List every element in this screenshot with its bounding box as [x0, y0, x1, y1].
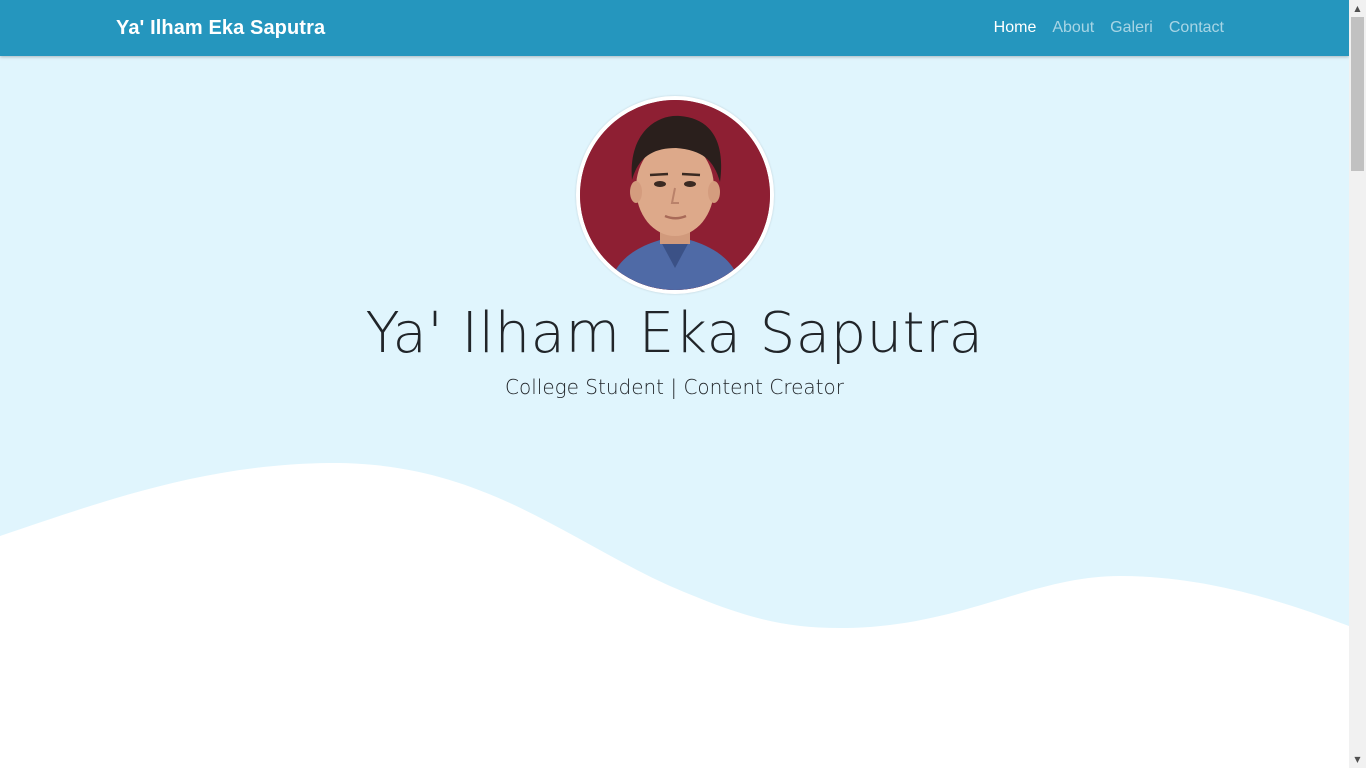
nav-links: Home About Galeri Contact	[994, 19, 1224, 37]
navbar: Ya' Ilham Eka Saputra Home About Galeri …	[0, 0, 1349, 56]
nav-link-galeri[interactable]: Galeri	[1110, 19, 1153, 37]
vertical-scrollbar[interactable]: ▲ ▼	[1349, 0, 1366, 768]
nav-link-home[interactable]: Home	[994, 19, 1037, 37]
page-viewport: Ya' Ilham Eka Saputra Home About Galeri …	[0, 0, 1349, 768]
triangle-up-icon[interactable]: ▲	[1349, 0, 1366, 17]
profile-avatar	[576, 96, 774, 294]
nav-link-contact[interactable]: Contact	[1169, 19, 1224, 37]
hero-name: Ya' Ilham Eka Saputra	[365, 301, 984, 366]
hero-section: Ya' Ilham Eka Saputra College Student | …	[0, 56, 1349, 768]
scrollbar-thumb[interactable]	[1351, 17, 1364, 171]
navbar-brand[interactable]: Ya' Ilham Eka Saputra	[116, 17, 325, 40]
nav-link-about[interactable]: About	[1052, 19, 1094, 37]
triangle-down-icon[interactable]: ▼	[1349, 751, 1366, 768]
hero-subtitle: College Student | Content Creator	[505, 375, 844, 399]
